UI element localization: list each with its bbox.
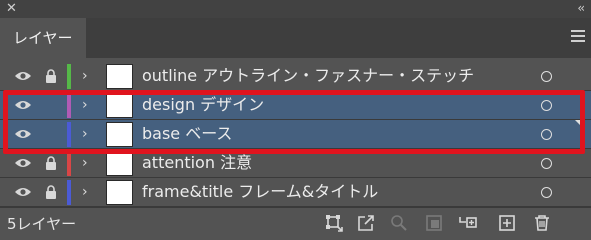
layer-thumbnail [106,93,133,118]
visibility-eye-icon[interactable] [14,128,32,140]
expand-chevron-icon[interactable]: › [82,96,88,114]
locate-object-icon[interactable] [390,214,408,232]
tab-layers-label: レイヤー [13,29,73,47]
delete-icon[interactable] [533,214,551,232]
layer-row[interactable]: › attention 注意 [0,149,591,178]
new-layer-icon[interactable] [498,214,516,232]
layer-name[interactable]: attention 注意 [142,152,252,174]
lock-icon[interactable] [45,69,57,83]
collect-for-export-icon[interactable] [325,214,343,232]
layer-name[interactable]: base ベース [142,123,232,145]
close-icon[interactable]: ✕ [6,1,17,17]
visibility-eye-icon[interactable] [14,70,32,82]
layer-name[interactable]: design デザイン [142,94,264,116]
layer-color-swatch [67,180,71,205]
layer-thumbnail [106,180,133,205]
layer-thumbnail [106,151,133,176]
expand-chevron-icon[interactable]: › [82,183,88,201]
visibility-eye-icon[interactable] [14,99,32,111]
panel-titlebar: ✕ ‹‹ [0,0,591,18]
target-circle-icon[interactable] [541,187,552,198]
layer-name[interactable]: frame&title フレーム&タイトル [142,181,378,203]
hamburger-menu-icon[interactable] [571,30,585,42]
visibility-eye-icon[interactable] [14,157,32,169]
expand-chevron-icon[interactable]: › [82,125,88,143]
layer-color-swatch [67,151,71,176]
layer-row[interactable]: › design デザイン [0,91,591,120]
collapse-panel-icon[interactable]: ‹‹ [577,0,584,16]
target-circle-icon[interactable] [541,100,552,111]
target-circle-icon[interactable] [541,158,552,169]
layer-color-swatch [67,93,71,118]
layer-color-swatch [67,64,71,89]
target-circle-icon[interactable] [541,129,552,140]
visibility-eye-icon[interactable] [14,186,32,198]
lock-icon[interactable] [45,185,57,199]
panel-footer: 5レイヤー [0,207,591,237]
expand-chevron-icon[interactable]: › [82,154,88,172]
tab-layers[interactable]: レイヤー [0,18,86,58]
create-sublayer-icon[interactable] [459,214,477,232]
layer-row[interactable]: › outline アウトライン・ファスナー・ステッチ [0,62,591,91]
layer-color-swatch [67,122,71,147]
layer-row[interactable]: › frame&title フレーム&タイトル [0,178,591,207]
layer-name[interactable]: outline アウトライン・ファスナー・ステッチ [142,65,474,87]
selection-corner-indicator-icon [575,120,585,130]
lock-toggle-empty[interactable] [45,127,57,141]
export-icon[interactable] [357,214,375,232]
lock-toggle-empty[interactable] [45,98,57,112]
expand-chevron-icon[interactable]: › [82,67,88,85]
make-clipping-mask-icon[interactable] [425,214,443,232]
layer-thumbnail [106,122,133,147]
layer-row[interactable]: › base ベース [0,120,591,149]
panel-tabbar: レイヤー [0,18,591,58]
target-circle-icon[interactable] [541,71,552,82]
lock-icon[interactable] [45,156,57,170]
layer-count: 5レイヤー [7,215,77,233]
layer-thumbnail [106,64,133,89]
